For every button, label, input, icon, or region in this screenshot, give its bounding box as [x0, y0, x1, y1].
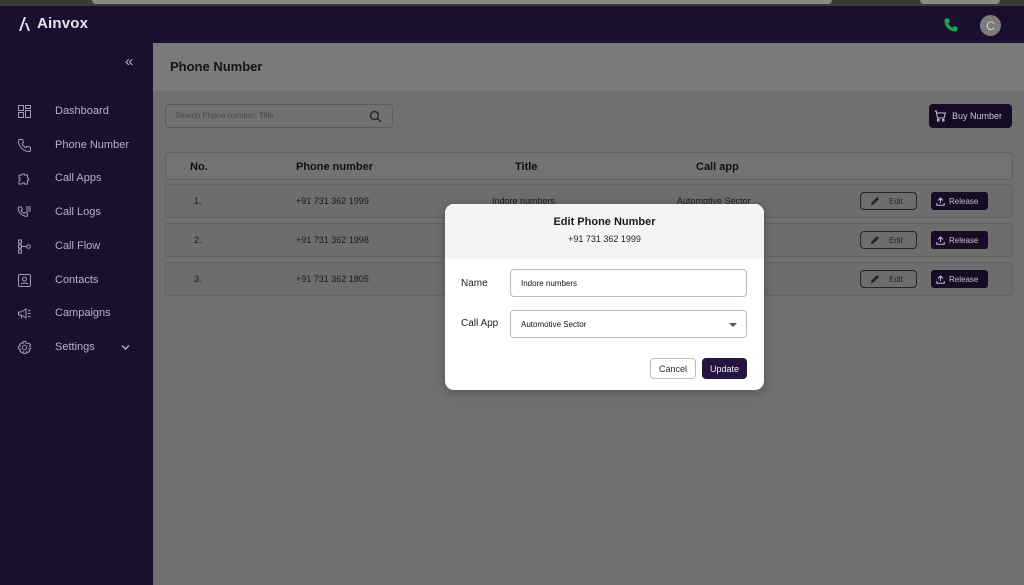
- column-header-phone-number: Phone number: [296, 161, 374, 173]
- sidebar-item-label: Campaigns: [55, 307, 111, 319]
- buy-number-button[interactable]: Buy Number: [929, 104, 1012, 128]
- sidebar: « Dashboard Phone Number Call Apps Call …: [0, 43, 153, 585]
- sidebar-item-call-flow[interactable]: Call Flow: [0, 234, 153, 258]
- edit-button[interactable]: Edit: [860, 270, 917, 288]
- upload-icon: [936, 235, 945, 245]
- sidebar-item-label: Dashboard: [55, 105, 109, 117]
- user-avatar[interactable]: C: [980, 15, 1001, 36]
- grid-icon: [18, 104, 31, 118]
- column-header-title: Title: [515, 161, 538, 173]
- release-label: Release: [949, 196, 979, 206]
- phone-list-icon: [17, 206, 31, 217]
- gear-icon: [18, 340, 32, 354]
- row-number: 1.: [194, 196, 202, 206]
- sidebar-item-campaigns[interactable]: Campaigns: [0, 301, 153, 325]
- app-logo[interactable]: Ainvox: [17, 15, 88, 32]
- edit-button[interactable]: Edit: [860, 231, 917, 249]
- sidebar-item-label: Call Logs: [55, 206, 101, 218]
- row-phone: +91 731 362 1998: [296, 235, 369, 245]
- megaphone-icon: [18, 307, 31, 319]
- sidebar-item-dashboard[interactable]: Dashboard: [0, 99, 153, 123]
- call-phone-icon[interactable]: [943, 17, 959, 33]
- contact-card-icon: [18, 273, 31, 287]
- app-name: Ainvox: [37, 15, 89, 32]
- sidebar-item-call-apps[interactable]: Call Apps: [0, 166, 153, 190]
- call-app-select[interactable]: Automotive Sector: [510, 310, 747, 338]
- buy-number-label: Buy Number: [952, 111, 1003, 121]
- page-title: Phone Number: [170, 59, 263, 74]
- row-phone: +91 731 362 1999: [296, 196, 369, 206]
- column-header-no: No.: [190, 161, 208, 173]
- pencil-icon: [871, 236, 879, 244]
- pencil-icon: [871, 275, 879, 283]
- edit-label: Edit: [889, 196, 903, 206]
- row-number: 2.: [194, 235, 202, 245]
- sidebar-item-label: Settings: [55, 341, 95, 353]
- name-field[interactable]: [510, 269, 747, 297]
- call-app-selected-value: Automotive Sector: [521, 320, 587, 329]
- search-icon[interactable]: [369, 110, 382, 123]
- column-header-call-app: Call app: [696, 161, 739, 173]
- browser-tab-bar: [92, 0, 832, 4]
- row-number: 3.: [194, 274, 202, 284]
- release-button[interactable]: Release: [931, 231, 988, 249]
- sidebar-item-contacts[interactable]: Contacts: [0, 268, 153, 292]
- sidebar-item-label: Contacts: [55, 274, 99, 286]
- sidebar-item-phone-number[interactable]: Phone Number: [0, 133, 153, 157]
- sidebar-item-label: Call Apps: [55, 172, 102, 184]
- browser-tab-bar-right: [920, 0, 1000, 4]
- update-button[interactable]: Update: [702, 358, 747, 379]
- chevrons-left-icon[interactable]: «: [125, 54, 139, 69]
- chevron-down-icon[interactable]: [120, 342, 131, 353]
- call-app-label: Call App: [461, 318, 499, 329]
- caret-down-icon: [729, 323, 737, 327]
- modal-subtitle: +91 731 362 1999: [568, 234, 641, 244]
- puzzle-icon: [18, 172, 30, 184]
- release-button[interactable]: Release: [931, 192, 988, 210]
- sidebar-item-settings[interactable]: Settings: [0, 335, 153, 359]
- cart-icon: [934, 110, 946, 122]
- release-button[interactable]: Release: [931, 270, 988, 288]
- phone-icon: [17, 138, 31, 152]
- edit-label: Edit: [889, 274, 903, 284]
- row-phone: +91 731 362 1805: [296, 274, 369, 284]
- ainvox-logo-icon: [19, 16, 30, 31]
- search-placeholder: Search Phone number, Title: [175, 111, 274, 120]
- upload-icon: [936, 196, 945, 206]
- flow-icon: [18, 239, 31, 253]
- edit-phone-number-modal: Edit Phone Number +91 731 362 1999 Name …: [445, 204, 764, 390]
- page-title-bar: Phone Number: [153, 43, 1024, 91]
- pencil-icon: [871, 197, 879, 205]
- edit-label: Edit: [889, 235, 903, 245]
- search-input[interactable]: Search Phone number, Title: [165, 104, 393, 128]
- sidebar-item-label: Call Flow: [55, 240, 101, 252]
- modal-header: Edit Phone Number +91 731 362 1999: [445, 204, 764, 259]
- name-label: Name: [461, 278, 488, 289]
- sidebar-item-call-logs[interactable]: Call Logs: [0, 200, 153, 224]
- modal-title: Edit Phone Number: [553, 216, 656, 228]
- release-label: Release: [949, 274, 979, 284]
- upload-icon: [936, 274, 945, 284]
- cancel-button[interactable]: Cancel: [650, 358, 696, 379]
- sidebar-item-label: Phone Number: [55, 139, 129, 151]
- edit-button[interactable]: Edit: [860, 192, 917, 210]
- release-label: Release: [949, 235, 979, 245]
- table-header: No. Phone number Title Call app: [165, 152, 1013, 180]
- app-header: Ainvox C: [0, 6, 1024, 43]
